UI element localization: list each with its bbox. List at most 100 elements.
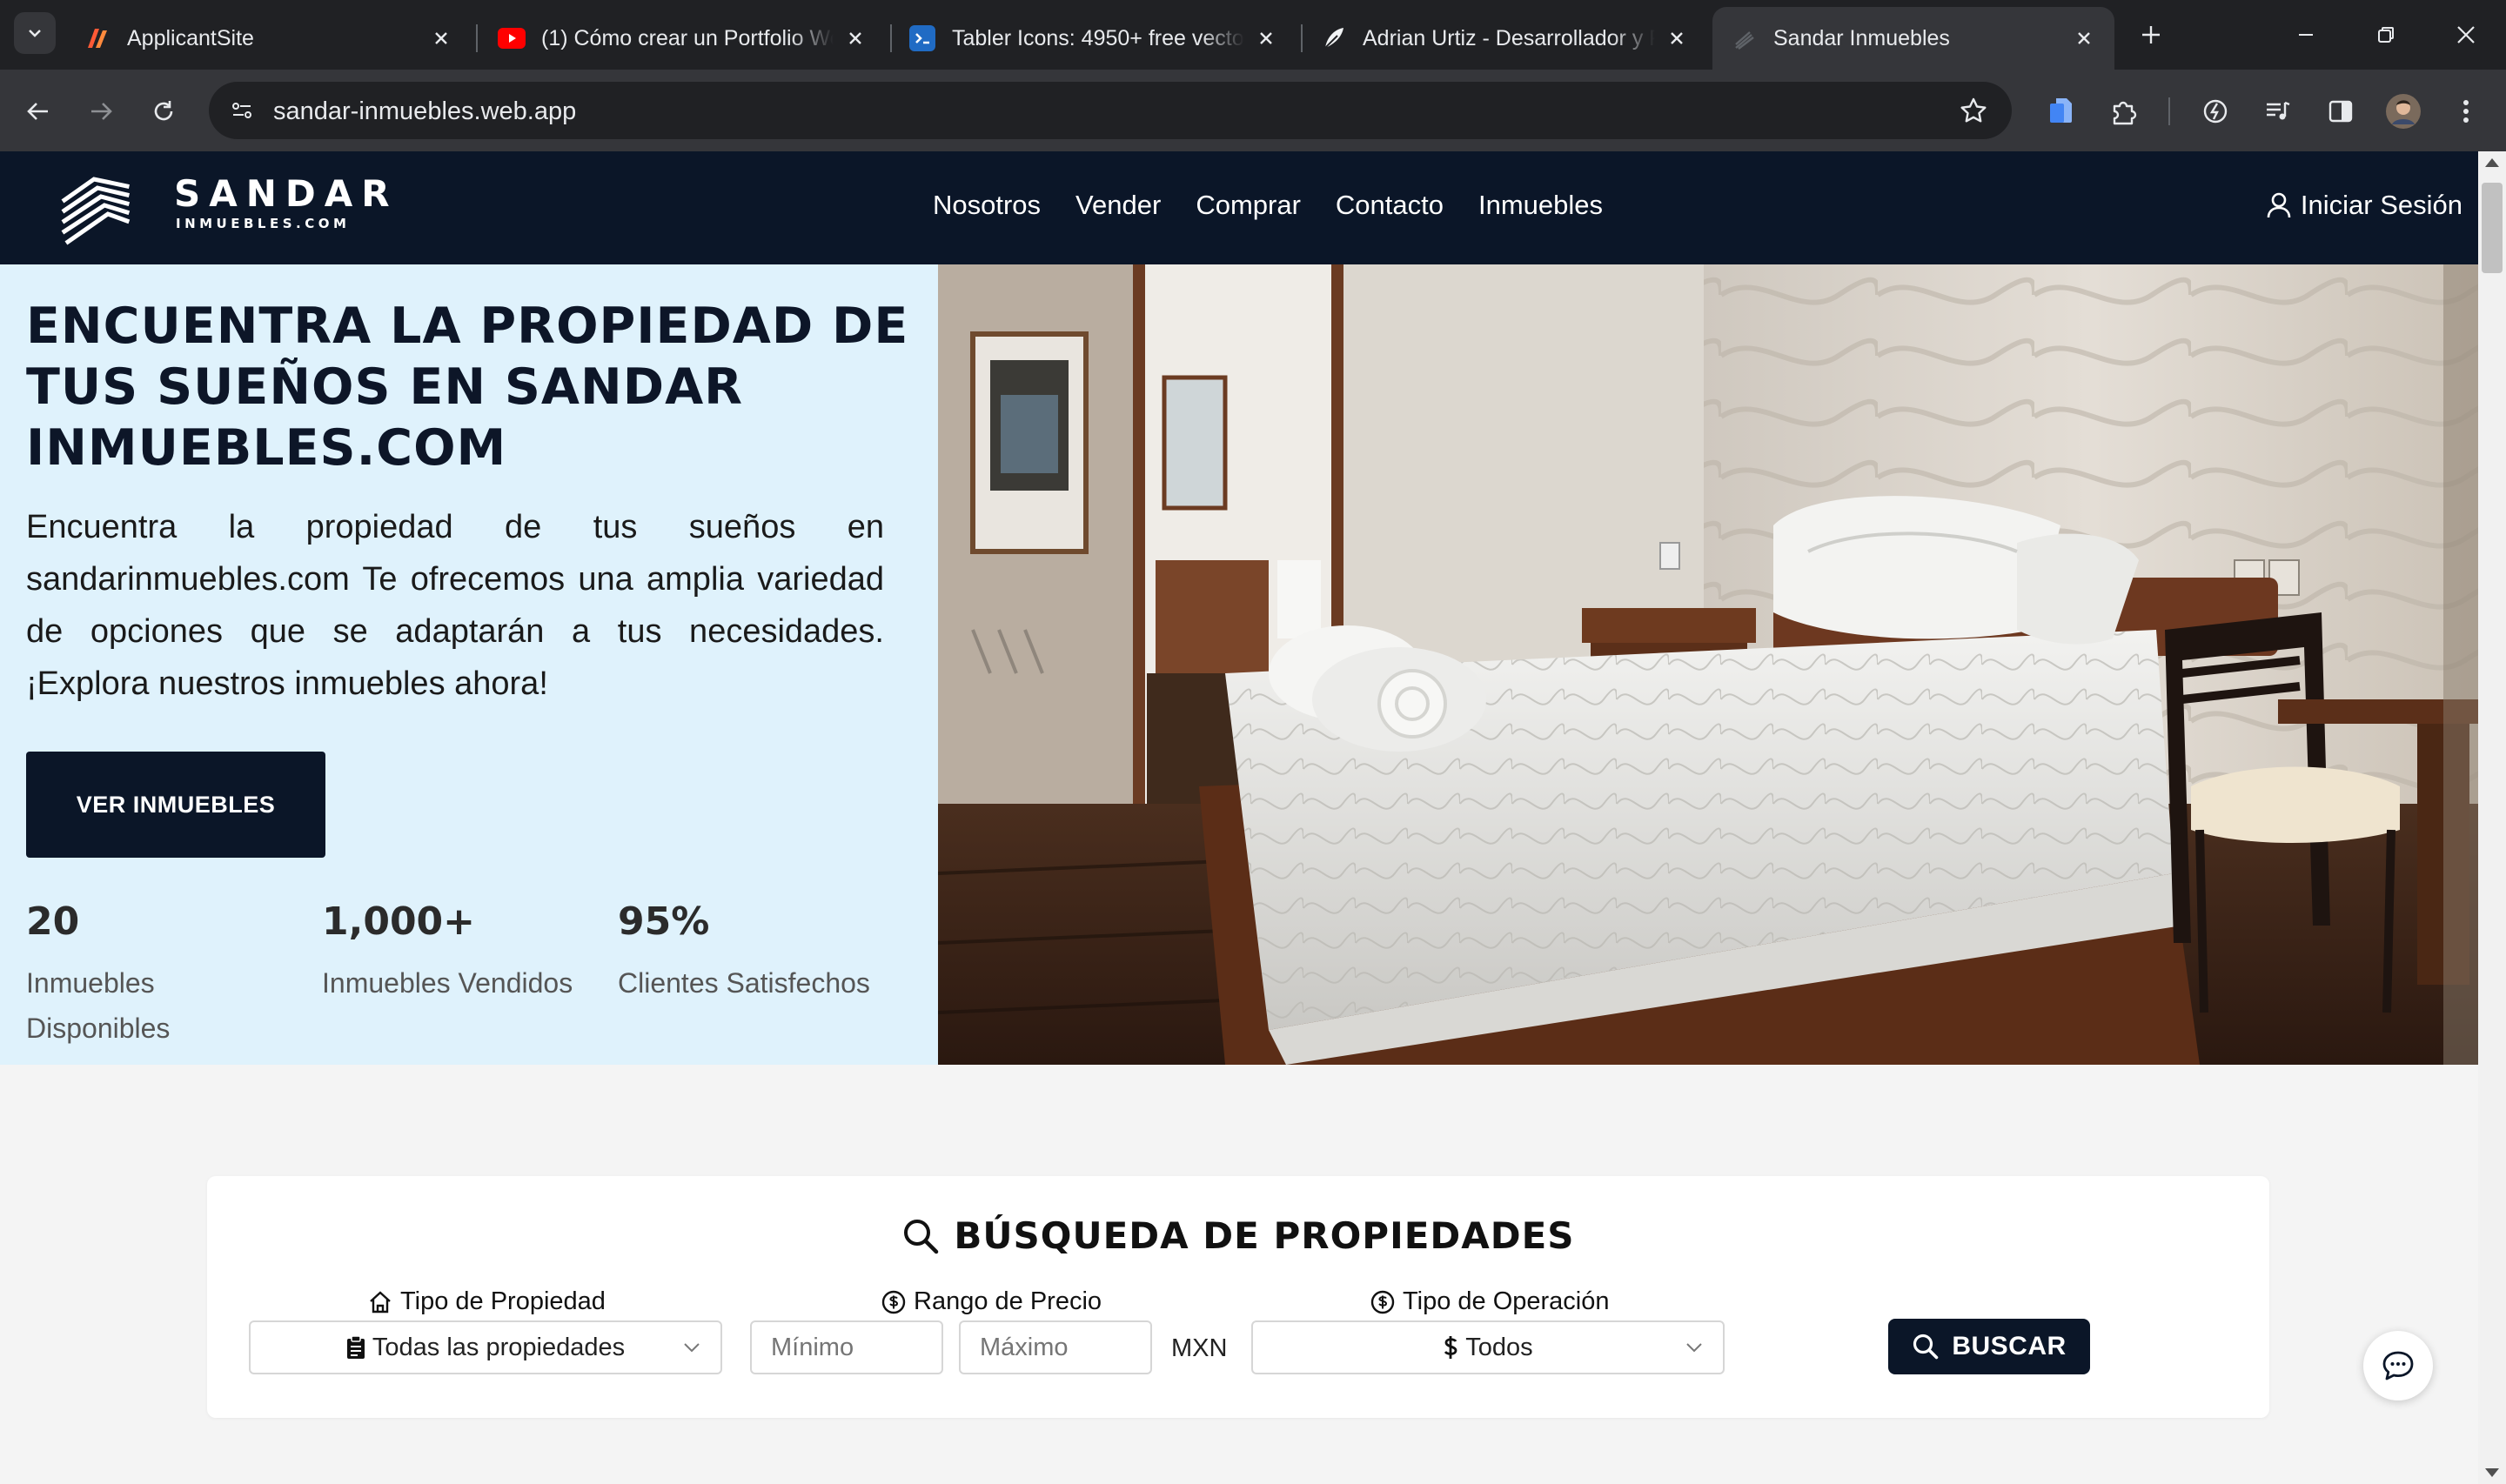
browser-tab[interactable]: ApplicantSite [66, 7, 472, 70]
browser-toolbar: sandar-inmuebles.web.app [0, 70, 2506, 151]
price-max-input[interactable] [959, 1320, 1152, 1374]
buscar-button[interactable]: BUSCAR [1888, 1319, 2090, 1374]
stat-value: 95% [618, 899, 710, 944]
arrow-left-icon [27, 103, 48, 120]
main-nav: Nosotros Vender Comprar Contacto Inmuebl… [933, 190, 1603, 221]
brand-name: SANDAR [174, 172, 399, 215]
operation-type-value: Todos [1465, 1333, 1533, 1361]
stat-available: 20 Inmuebles Disponibles [26, 898, 287, 1051]
stat-label: Inmuebles Vendidos [322, 967, 573, 999]
login-label: Iniciar Sesión [2300, 190, 2462, 220]
stat-value: 20 [26, 899, 80, 944]
back-button[interactable] [17, 90, 59, 132]
tab-title: Sandar Inmuebles [1773, 25, 1950, 50]
price-range-label: Rango de Precio [881, 1287, 1102, 1316]
forward-button[interactable] [80, 90, 122, 132]
search-title: BÚSQUEDA DE PROPIEDADES [207, 1214, 2269, 1257]
scroll-down-arrow-icon[interactable] [2485, 1468, 2499, 1477]
ver-inmuebles-button[interactable]: VER INMUEBLES [26, 752, 325, 858]
close-icon[interactable] [1253, 25, 1279, 51]
chevron-down-icon [29, 30, 41, 37]
site-info-icon[interactable] [221, 90, 263, 131]
price-min-input[interactable] [750, 1320, 943, 1374]
currency-label: MXN [1171, 1334, 1228, 1362]
hero-text-panel: ENCUENTRA LA PROPIEDAD DE TUS SUEÑOS EN … [0, 264, 938, 1065]
sandar-icon [1730, 24, 1758, 52]
price-range-label-text: Rango de Precio [914, 1287, 1102, 1315]
google-docs-extension-icon[interactable] [2040, 90, 2081, 132]
tab-divider [476, 24, 478, 52]
browser-tab-active[interactable]: Sandar Inmuebles [1712, 7, 2114, 70]
browser-tab[interactable]: Tabler Icons: 4950+ free vector icons [891, 7, 1297, 70]
home-icon [370, 1290, 391, 1313]
dollar-sign-icon [1443, 1334, 1458, 1360]
nav-link-contacto[interactable]: Contacto [1336, 190, 1444, 221]
browser-tab[interactable]: (1) Cómo crear un Portfolio Web [480, 7, 886, 70]
operation-type-label: Tipo de Operación [1370, 1287, 1610, 1316]
restore-button[interactable] [2365, 16, 2407, 54]
tab-search-button[interactable] [14, 12, 56, 54]
close-icon[interactable] [2071, 25, 2097, 51]
hero-description: Encuentra la propiedad de tus sueños en … [26, 509, 884, 702]
plus-icon [2142, 26, 2160, 43]
address-bar[interactable]: sandar-inmuebles.web.app [209, 82, 2012, 139]
close-icon[interactable] [1664, 25, 1690, 51]
login-link[interactable]: Iniciar Sesión [2266, 190, 2462, 221]
property-type-label: Tipo de Propiedad [367, 1287, 606, 1316]
stat-sold: 1,000+ Inmuebles Vendidos [322, 898, 600, 1006]
reload-button[interactable] [143, 90, 184, 132]
toolbar-divider [2168, 97, 2170, 125]
performance-icon[interactable] [2194, 90, 2236, 132]
hero-bedroom-image [938, 264, 2478, 1065]
stat-value: 1,000+ [322, 899, 476, 944]
property-type-select[interactable]: Todas las propiedades [249, 1320, 722, 1374]
url-text: sandar-inmuebles.web.app [273, 97, 577, 125]
minimize-icon [2299, 34, 2313, 36]
hero-section: ENCUENTRA LA PROPIEDAD DE TUS SUEÑOS EN … [0, 264, 2478, 1065]
tab-title: (1) Cómo crear un Portfolio Web [541, 25, 834, 50]
clipboard-icon [346, 1335, 365, 1360]
sandar-logo-icon[interactable] [59, 165, 132, 249]
scroll-up-arrow-icon[interactable] [2485, 158, 2499, 167]
chat-bubble-icon [2382, 1351, 2414, 1380]
operation-type-select[interactable]: Todos [1251, 1320, 1725, 1374]
hero-title: ENCUENTRA LA PROPIEDAD DE TUS SUEÑOS EN … [26, 297, 909, 477]
search-icon [1913, 1334, 1939, 1360]
chrome-menu-icon[interactable] [2445, 90, 2487, 132]
close-icon [2457, 26, 2475, 43]
dollar-coin-icon [881, 1290, 906, 1314]
extensions-puzzle-icon[interactable] [2102, 90, 2144, 132]
nav-link-nosotros[interactable]: Nosotros [933, 190, 1041, 221]
nav-link-comprar[interactable]: Comprar [1196, 190, 1301, 221]
nav-link-inmuebles[interactable]: Inmuebles [1478, 190, 1603, 221]
close-icon[interactable] [428, 25, 454, 51]
chat-button[interactable] [2363, 1331, 2433, 1400]
user-icon [2267, 192, 2291, 218]
buscar-label: BUSCAR [1952, 1332, 2067, 1360]
stat-label: Inmuebles Disponibles [26, 967, 171, 1044]
operation-type-label-text: Tipo de Operación [1403, 1287, 1610, 1315]
arrow-right-icon [91, 103, 112, 120]
scrollbar-thumb[interactable] [2482, 183, 2503, 273]
tabler-icon [908, 24, 936, 52]
site-navbar: SANDAR INMUEBLES.COM Nosotros Vender Com… [0, 151, 2478, 264]
property-type-value: Todas las propiedades [372, 1333, 626, 1361]
new-tab-button[interactable] [2134, 17, 2168, 52]
side-panel-icon[interactable] [2320, 90, 2362, 132]
profile-avatar[interactable] [2382, 90, 2424, 132]
bookmark-star-icon[interactable] [1956, 93, 1991, 128]
media-controls-icon[interactable] [2257, 90, 2299, 132]
chevron-down-icon [1686, 1343, 1702, 1353]
chevron-down-icon [684, 1343, 700, 1353]
stat-satisfied: 95% Clientes Satisfechos [618, 898, 914, 1006]
tab-title: Tabler Icons: 4950+ free vector icons [952, 25, 1244, 50]
youtube-icon [498, 24, 526, 52]
nav-link-vender[interactable]: Vender [1075, 190, 1161, 221]
close-icon[interactable] [842, 25, 868, 51]
minimize-button[interactable] [2285, 16, 2327, 54]
browser-tab[interactable]: Adrian Urtiz - Desarrollador y Programad… [1302, 7, 1707, 70]
stat-label: Clientes Satisfechos [618, 967, 870, 999]
page-scrollbar[interactable] [2478, 151, 2506, 1484]
property-type-label-text: Tipo de Propiedad [400, 1287, 606, 1315]
close-window-button[interactable] [2445, 16, 2487, 54]
